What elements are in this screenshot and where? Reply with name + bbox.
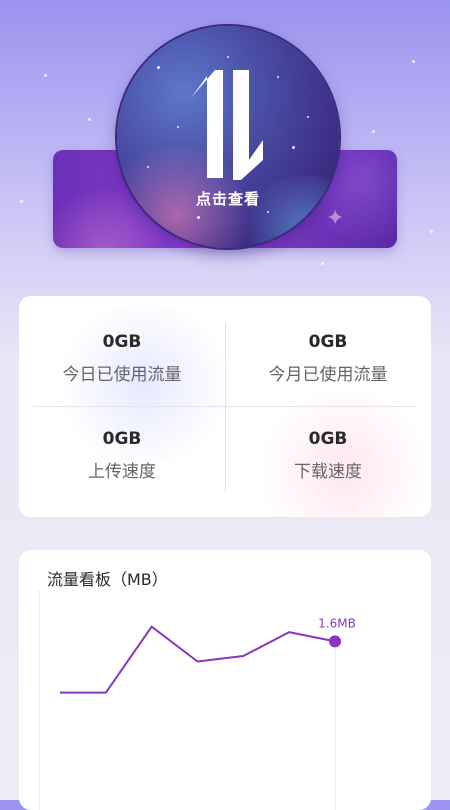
month-usage-stat: 0GB 今月已使用流量 (225, 332, 431, 385)
month-usage-value: 0GB (308, 332, 348, 352)
series-line (60, 625, 336, 694)
star (197, 216, 200, 219)
highlight-point (329, 635, 341, 648)
star (307, 116, 309, 118)
star (227, 56, 229, 58)
upload-speed-label: 上传速度 (88, 462, 156, 482)
download-speed-stat: 0GB 下载速度 (225, 429, 431, 482)
star (292, 146, 295, 149)
star (277, 76, 279, 78)
sparkle (412, 60, 415, 63)
upload-speed-stat: 0GB 上传速度 (19, 429, 225, 482)
sparkle (20, 200, 23, 203)
sparkle (321, 262, 324, 265)
sparkle (430, 230, 433, 233)
view-details-label: 点击查看 (195, 190, 260, 208)
sparkle (44, 74, 47, 77)
upload-speed-value: 0GB (102, 429, 142, 449)
sparkle (88, 118, 91, 121)
highlight-value-label: 1.6MB (318, 616, 356, 630)
star (267, 211, 269, 213)
view-details-orb[interactable]: 点击查看 (117, 26, 339, 248)
download-speed-value: 0GB (308, 429, 348, 449)
today-usage-stat: 0GB 今日已使用流量 (19, 332, 225, 385)
up-down-arrows-icon (191, 70, 263, 180)
orb-glow (237, 176, 339, 248)
sparkle (372, 130, 375, 133)
star (157, 66, 160, 69)
today-usage-label: 今日已使用流量 (62, 365, 182, 385)
divider (33, 406, 417, 407)
traffic-chart-card: 流量看板（MB） 1.6MB (19, 550, 431, 810)
month-usage-label: 今月已使用流量 (268, 365, 388, 385)
today-usage-value: 0GB (102, 332, 142, 352)
traffic-stats-card: 0GB 今日已使用流量 0GB 今月已使用流量 0GB 上传速度 0GB 下载速… (19, 296, 431, 517)
star (177, 126, 179, 128)
download-speed-label: 下载速度 (294, 462, 362, 482)
star (147, 166, 149, 168)
traffic-line-chart: 1.6MB (38, 590, 356, 810)
